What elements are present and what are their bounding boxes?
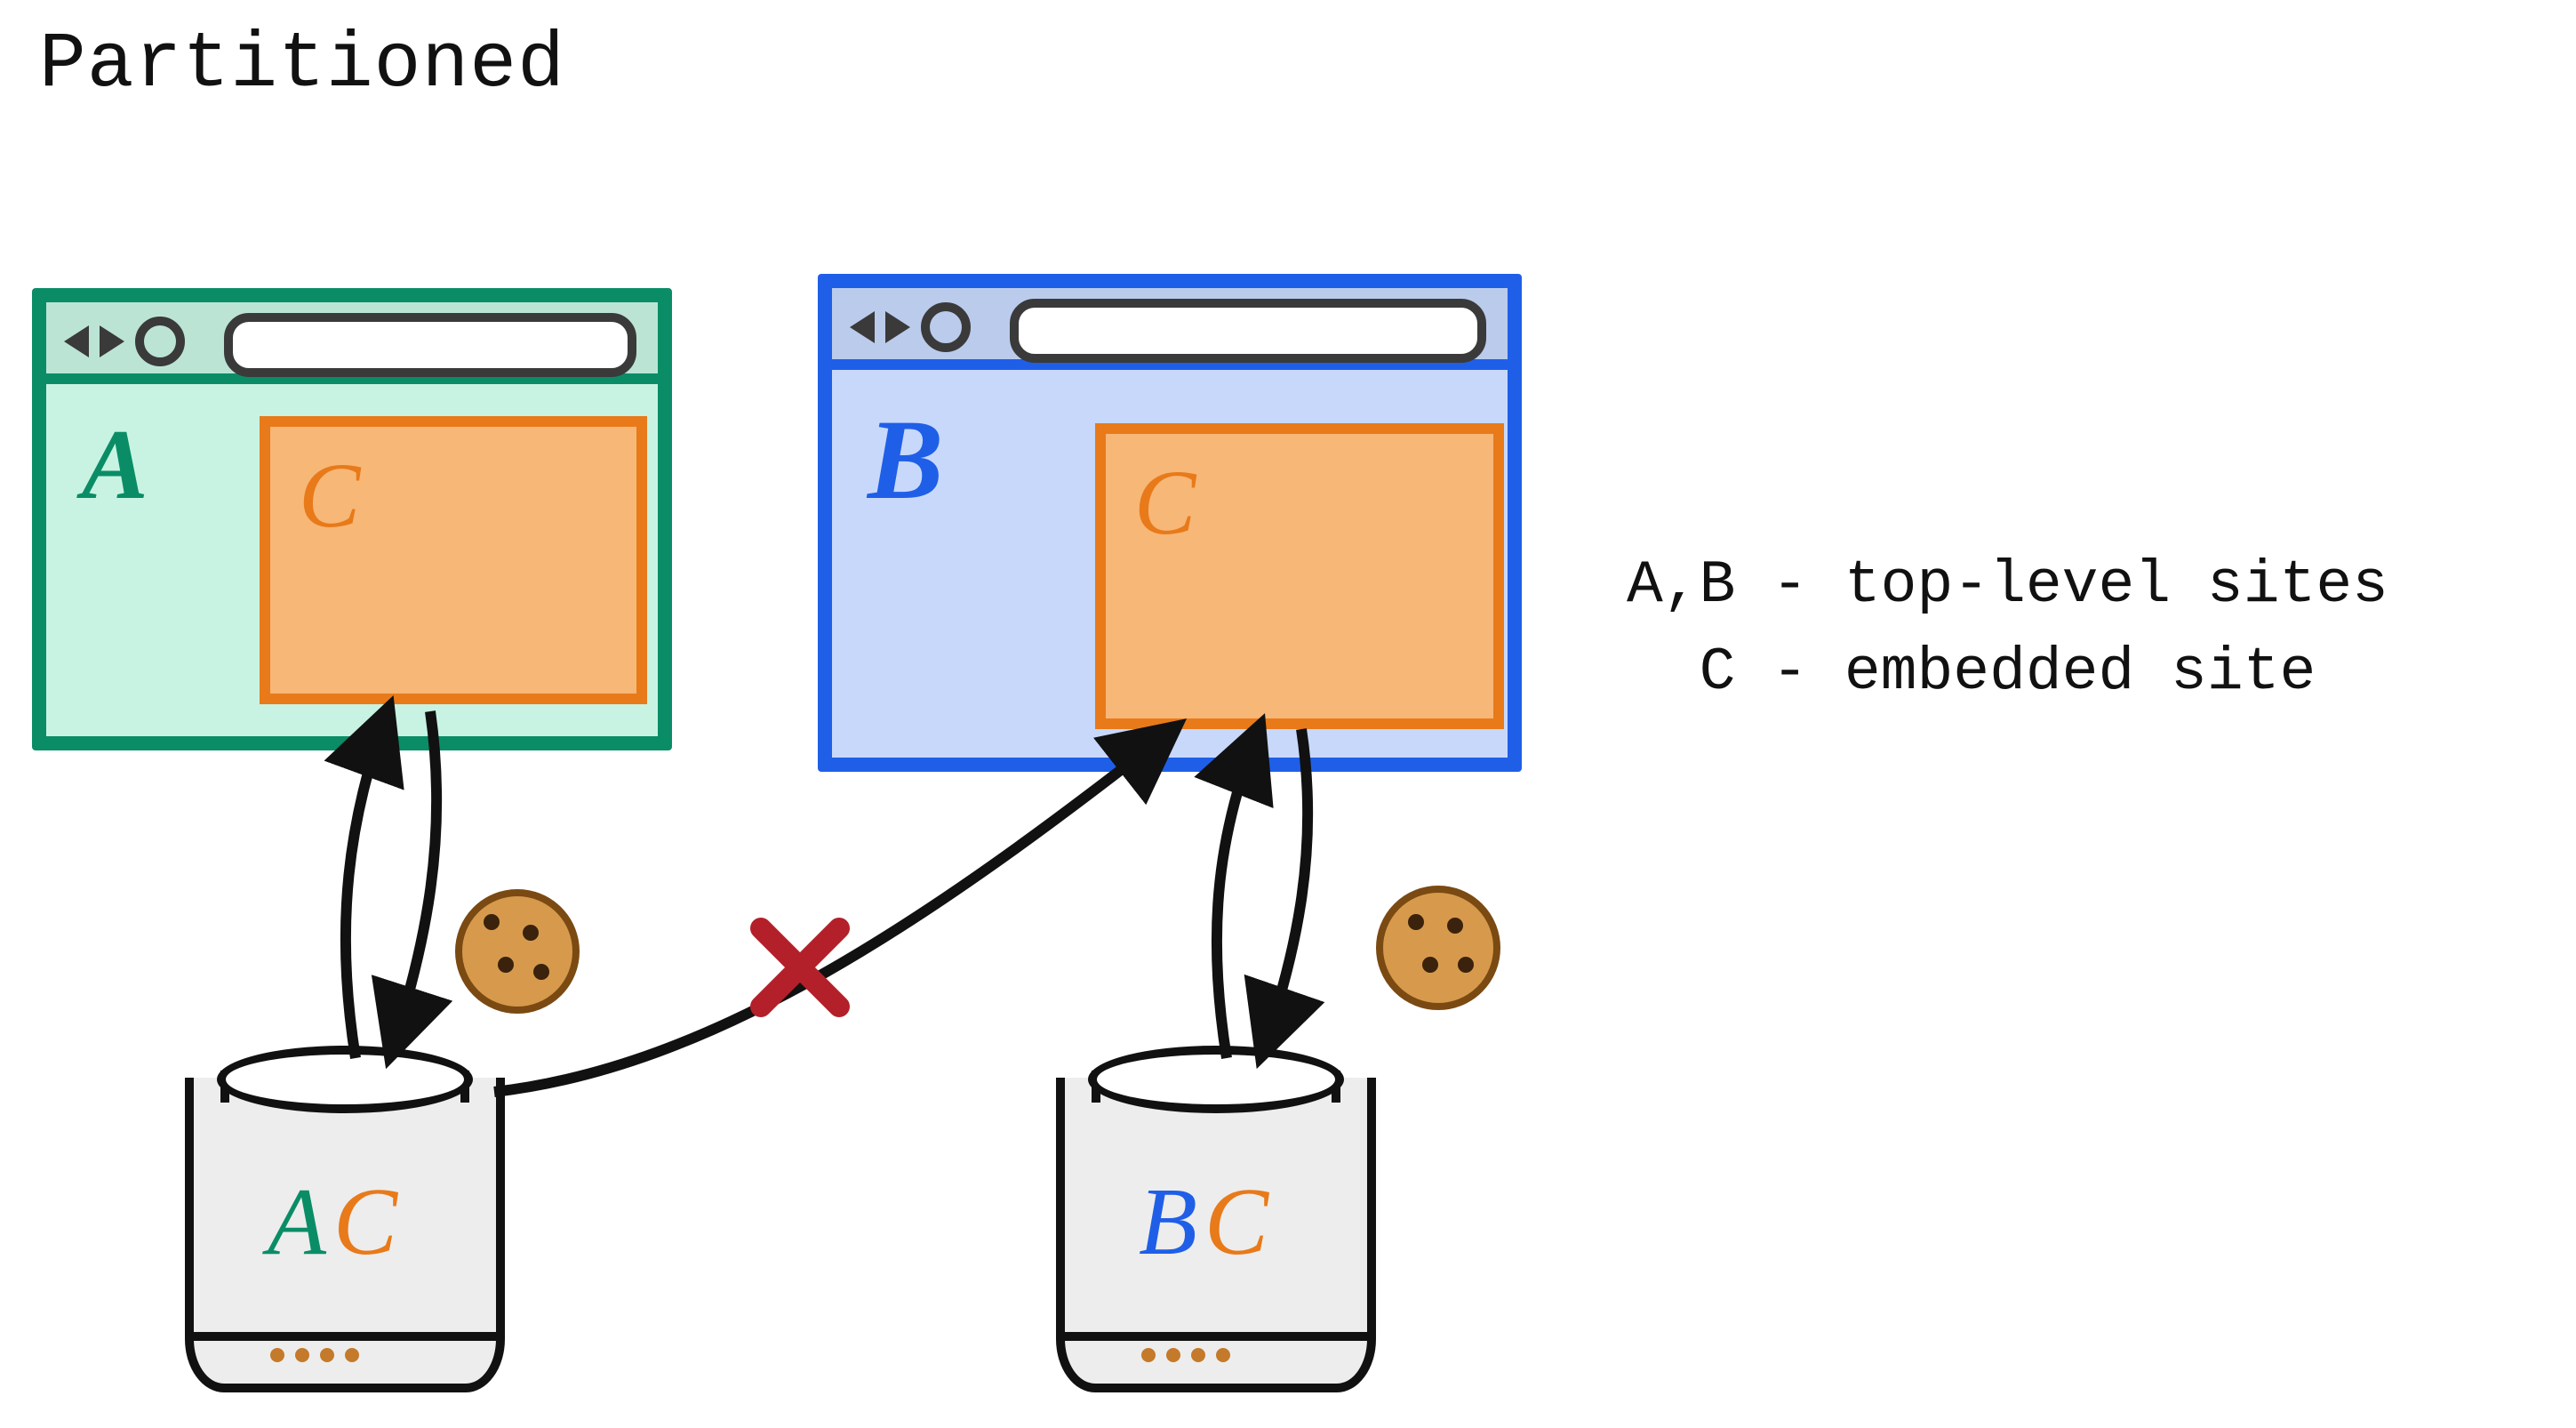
titlebar-b	[832, 288, 1508, 370]
titlebar-a	[46, 302, 658, 384]
diagram-title: Partitioned	[39, 21, 565, 110]
site-b-label: B	[868, 395, 943, 526]
jar-crumbs	[1141, 1348, 1230, 1362]
legend-line-1: A,B - top-level sites	[1627, 553, 2388, 621]
legend: A,B - top-level sites C - embedded site	[1627, 544, 2388, 719]
embedded-label-a: C	[299, 445, 360, 550]
jar-mouth	[1088, 1046, 1344, 1113]
jar-label-bc: BC	[1056, 1167, 1358, 1277]
chip-icon	[523, 925, 539, 941]
url-bar-a	[224, 313, 636, 377]
chip-icon	[1447, 918, 1463, 934]
legend-line-2: C - embedded site	[1627, 641, 2316, 709]
cookie-jar-bc: BC	[1056, 1028, 1358, 1384]
arrow-jar-a-to-frame-a	[346, 711, 388, 1058]
embedded-frame-b: C	[1095, 423, 1504, 729]
embedded-label-b: C	[1134, 452, 1196, 557]
diagram-stage: Partitioned A,B - top-level sites C - em…	[0, 0, 2576, 1428]
back-icon	[850, 311, 875, 343]
jar-partition-b: B	[1139, 1168, 1204, 1275]
jar-partition-a: A	[268, 1168, 333, 1275]
chip-icon	[498, 957, 514, 973]
back-icon	[64, 325, 89, 357]
nav-icons-a	[64, 317, 185, 366]
jar-mouth	[217, 1046, 473, 1113]
reload-icon	[921, 302, 971, 352]
forward-icon	[100, 325, 124, 357]
chip-icon	[533, 964, 549, 980]
jar-label-ac: AC	[185, 1167, 487, 1277]
nav-icons-b	[850, 302, 971, 352]
browser-window-a: A C	[32, 288, 672, 750]
chip-icon	[1458, 957, 1474, 973]
jar-site-b: C	[1204, 1168, 1276, 1275]
jar-site-a: C	[333, 1168, 404, 1275]
arrow-frame-a-to-jar-a	[391, 711, 436, 1053]
jar-crumbs	[270, 1348, 359, 1362]
arrow-frame-b-to-jar-b	[1262, 729, 1308, 1053]
cookie-icon	[455, 889, 580, 1014]
chip-icon	[1408, 914, 1424, 930]
reload-icon	[135, 317, 185, 366]
chip-icon	[484, 914, 500, 930]
embedded-frame-a: C	[260, 416, 647, 704]
chip-icon	[1422, 957, 1438, 973]
url-bar-b	[1010, 299, 1486, 363]
site-a-label: A	[82, 409, 148, 523]
cookie-icon	[1376, 886, 1500, 1010]
blocked-x-icon	[761, 928, 839, 1007]
forward-icon	[885, 311, 910, 343]
browser-window-b: B C	[818, 274, 1522, 772]
cookie-jar-ac: AC	[185, 1028, 487, 1384]
arrow-jar-b-to-frame-b	[1217, 729, 1259, 1058]
